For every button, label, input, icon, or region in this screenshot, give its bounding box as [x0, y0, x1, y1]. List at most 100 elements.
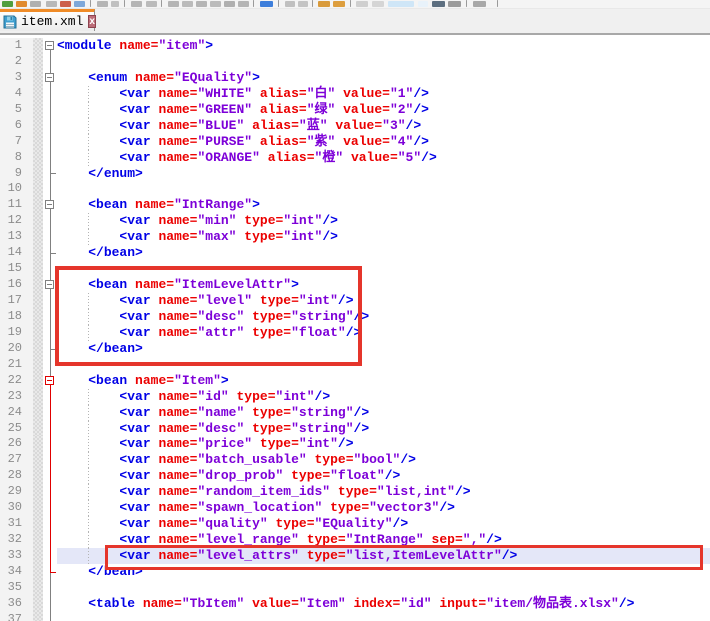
fold-margin[interactable]: [43, 102, 57, 118]
toolbar-button-cutoff[interactable]: [333, 1, 345, 7]
bookmark-margin[interactable]: [33, 293, 43, 309]
fold-margin[interactable]: [43, 245, 57, 261]
fold-margin[interactable]: [43, 277, 57, 293]
toolbar-button-cutoff[interactable]: [111, 1, 119, 7]
fold-collapse-icon[interactable]: [45, 200, 54, 209]
bookmark-margin[interactable]: [33, 516, 43, 532]
bookmark-margin[interactable]: [33, 38, 43, 54]
bookmark-margin[interactable]: [33, 245, 43, 261]
toolbar-button-cutoff[interactable]: [46, 1, 57, 7]
bookmark-margin[interactable]: [33, 325, 43, 341]
bookmark-margin[interactable]: [33, 309, 43, 325]
bookmark-margin[interactable]: [33, 197, 43, 213]
fold-margin[interactable]: [43, 134, 57, 150]
fold-margin[interactable]: [43, 532, 57, 548]
fold-margin[interactable]: [43, 150, 57, 166]
fold-margin[interactable]: [43, 229, 57, 245]
code-line-text[interactable]: <var name="BLUE" alias="蓝" value="3"/>: [57, 118, 710, 134]
toolbar-button-cutoff[interactable]: [97, 1, 108, 7]
fold-margin[interactable]: [43, 421, 57, 437]
toolbar-button-cutoff[interactable]: [196, 1, 207, 7]
code-line-text[interactable]: <bean name="ItemLevelAttr">: [57, 277, 710, 293]
code-line-text[interactable]: <var name="ORANGE" alias="橙" value="5"/>: [57, 150, 710, 166]
fold-margin[interactable]: [43, 293, 57, 309]
toolbar-button-cutoff[interactable]: [238, 1, 249, 7]
code-line-text[interactable]: <bean name="Item">: [57, 373, 710, 389]
fold-margin[interactable]: [43, 373, 57, 389]
toolbar-button-cutoff[interactable]: [260, 1, 273, 7]
toolbar-button-cutoff[interactable]: [168, 1, 179, 7]
toolbar-button-cutoff[interactable]: [473, 1, 486, 7]
bookmark-margin[interactable]: [33, 373, 43, 389]
toolbar-button-cutoff[interactable]: [372, 1, 384, 7]
toolbar-button-cutoff[interactable]: [388, 1, 414, 7]
toolbar-button-cutoff[interactable]: [224, 1, 235, 7]
code-line-text[interactable]: [57, 580, 710, 596]
bookmark-margin[interactable]: [33, 229, 43, 245]
code-line-text[interactable]: <var name="quality" type="EQuality"/>: [57, 516, 710, 532]
bookmark-margin[interactable]: [33, 532, 43, 548]
fold-margin[interactable]: [43, 405, 57, 421]
code-line-text[interactable]: </bean>: [57, 564, 710, 580]
code-line-text[interactable]: <var name="id" type="int"/>: [57, 389, 710, 405]
code-line-text[interactable]: <var name="WHITE" alias="白" value="1"/>: [57, 86, 710, 102]
toolbar-button-cutoff[interactable]: [2, 1, 13, 7]
toolbar-button-cutoff[interactable]: [131, 1, 142, 7]
fold-margin[interactable]: [43, 181, 57, 197]
fold-margin[interactable]: [43, 612, 57, 621]
toolbar-button-cutoff[interactable]: [432, 1, 445, 7]
bookmark-margin[interactable]: [33, 421, 43, 437]
code-line-text[interactable]: <var name="PURSE" alias="紫" value="4"/>: [57, 134, 710, 150]
fold-margin[interactable]: [43, 54, 57, 70]
fold-margin[interactable]: [43, 596, 57, 612]
code-editor[interactable]: 1<module name="item">23 <enum name="EQua…: [0, 35, 710, 621]
bookmark-margin[interactable]: [33, 389, 43, 405]
fold-margin[interactable]: [43, 213, 57, 229]
bookmark-margin[interactable]: [33, 500, 43, 516]
fold-margin[interactable]: [43, 86, 57, 102]
code-line-text[interactable]: <var name="level_attrs" type="list,ItemL…: [57, 548, 710, 564]
code-line-text[interactable]: <bean name="IntRange">: [57, 197, 710, 213]
code-line-text[interactable]: <var name="desc" type="string"/>: [57, 309, 710, 325]
fold-margin[interactable]: [43, 166, 57, 182]
fold-margin[interactable]: [43, 70, 57, 86]
bookmark-margin[interactable]: [33, 150, 43, 166]
tab-close-icon[interactable]: x: [88, 15, 96, 28]
toolbar-button-cutoff[interactable]: [448, 1, 461, 7]
fold-collapse-icon[interactable]: [45, 280, 54, 289]
bookmark-margin[interactable]: [33, 436, 43, 452]
fold-margin[interactable]: [43, 468, 57, 484]
fold-collapse-icon[interactable]: [45, 376, 54, 385]
code-line-text[interactable]: [57, 612, 710, 621]
bookmark-margin[interactable]: [33, 213, 43, 229]
fold-margin[interactable]: [43, 500, 57, 516]
toolbar-button-cutoff[interactable]: [146, 1, 157, 7]
toolbar-button-cutoff[interactable]: [16, 1, 27, 7]
code-line-text[interactable]: <table name="TbItem" value="Item" index=…: [57, 596, 710, 612]
bookmark-margin[interactable]: [33, 564, 43, 580]
code-line-text[interactable]: </bean>: [57, 245, 710, 261]
fold-margin[interactable]: [43, 548, 57, 564]
fold-margin[interactable]: [43, 484, 57, 500]
fold-margin[interactable]: [43, 325, 57, 341]
code-line-text[interactable]: <var name="desc" type="string"/>: [57, 421, 710, 437]
code-line-text[interactable]: [57, 181, 710, 197]
code-line-text[interactable]: <var name="batch_usable" type="bool"/>: [57, 452, 710, 468]
code-line-text[interactable]: <var name="attr" type="float"/>: [57, 325, 710, 341]
bookmark-margin[interactable]: [33, 277, 43, 293]
bookmark-margin[interactable]: [33, 86, 43, 102]
code-line-text[interactable]: <var name="min" type="int"/>: [57, 213, 710, 229]
code-line-text[interactable]: <var name="random_item_ids" type="list,i…: [57, 484, 710, 500]
bookmark-margin[interactable]: [33, 405, 43, 421]
fold-margin[interactable]: [43, 580, 57, 596]
code-line-text[interactable]: <var name="max" type="int"/>: [57, 229, 710, 245]
code-line-text[interactable]: <var name="spawn_location" type="vector3…: [57, 500, 710, 516]
code-line-text[interactable]: <var name="drop_prob" type="float"/>: [57, 468, 710, 484]
toolbar-button-cutoff[interactable]: [74, 1, 85, 7]
toolbar-button-cutoff[interactable]: [182, 1, 193, 7]
code-line-text[interactable]: <var name="price" type="int"/>: [57, 436, 710, 452]
tab-item-xml[interactable]: item.xml x: [0, 9, 95, 31]
code-line-text[interactable]: <module name="item">: [57, 38, 710, 54]
fold-margin[interactable]: [43, 564, 57, 580]
fold-margin[interactable]: [43, 309, 57, 325]
